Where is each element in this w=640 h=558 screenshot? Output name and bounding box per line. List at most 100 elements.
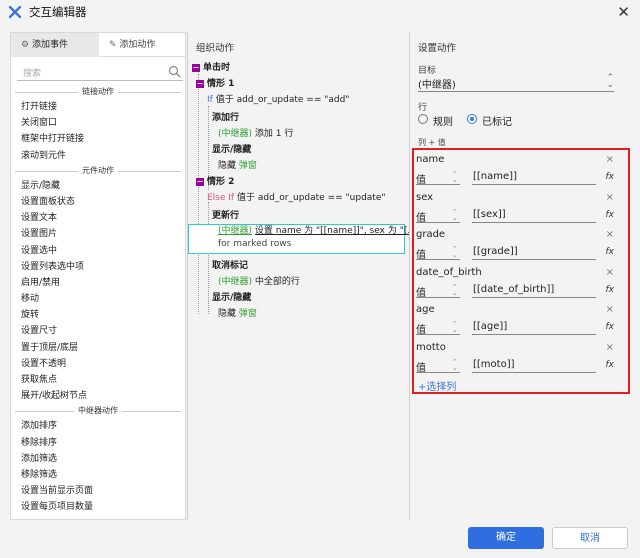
column-name: grade — [416, 229, 446, 240]
chevron-updown-icon[interactable]: ⌃ ⌄ — [452, 283, 458, 296]
remove-icon[interactable]: × — [606, 304, 614, 315]
action-library-panel: ⚙ 添加事件 ✎ 添加动作 搜索 链接动作 打开链接 关闭窗口 框架中打开链接 滚动到元… — [10, 32, 186, 520]
value-underline — [472, 221, 596, 223]
action-list-item[interactable]: 设置图片 — [11, 226, 185, 242]
axure-logo-icon — [8, 5, 22, 19]
action-tree: − 单击时 − 情形 1 If 值于 add_or_update == "add" … — [188, 60, 416, 322]
configure-header: 设置动作 — [418, 43, 457, 54]
action-list-item[interactable]: 移动 — [11, 291, 185, 307]
target-select[interactable]: (中继器) ⌃ ⌄ — [418, 74, 614, 92]
close-icon[interactable]: ✕ — [617, 3, 630, 21]
fx-icon[interactable]: fx — [606, 210, 615, 220]
radio-rule[interactable] — [418, 114, 428, 124]
value-underline — [472, 371, 596, 373]
action-list-item[interactable]: 设置每页项目数量 — [11, 499, 185, 515]
collapse-icon[interactable]: − — [192, 63, 200, 72]
action-list-item[interactable]: 设置选中 — [11, 243, 185, 259]
column-name: sex — [416, 191, 434, 203]
action-hide-popup-2[interactable]: 隐藏 弹窗 — [188, 306, 408, 322]
chevron-updown-icon[interactable]: ⌃ ⌄ — [452, 358, 458, 371]
radio-marked[interactable] — [467, 114, 477, 124]
search-placeholder: 搜索 — [23, 69, 42, 79]
value-input[interactable]: [[sex]] — [473, 209, 506, 220]
remove-icon[interactable]: × — [606, 229, 614, 240]
value-input[interactable]: [[age]] — [473, 321, 507, 332]
column-entry: name × 值 ⌃ ⌄ [[name]] fx — [416, 154, 622, 191]
action-list-item[interactable]: 展开/收起树节点 — [11, 388, 185, 404]
collapse-icon[interactable]: − — [196, 79, 204, 88]
fx-icon[interactable]: fx — [606, 360, 615, 370]
action-hide-popup[interactable]: 隐藏 弹窗 — [188, 158, 408, 174]
cancel-button[interactable]: 取消 — [552, 527, 628, 549]
chevron-updown-icon[interactable]: ⌃ ⌄ — [452, 208, 458, 221]
value-input[interactable]: [[grade]] — [473, 246, 518, 257]
action-list-item[interactable]: 设置不透明 — [11, 356, 185, 372]
action-show-hide-title-2[interactable]: 显示/隐藏 — [188, 290, 408, 306]
group-header: 中继器动作 — [11, 405, 185, 417]
case-1-condition[interactable]: If 值于 add_or_update == "add" — [188, 92, 408, 108]
value-input[interactable]: [[moto]] — [473, 359, 515, 370]
action-list-item[interactable]: 添加筛选 — [11, 451, 185, 467]
fx-icon[interactable]: fx — [606, 247, 615, 257]
chevron-updown-icon[interactable]: ⌃ ⌄ — [452, 171, 458, 184]
column-name: age — [416, 304, 435, 315]
remove-icon[interactable]: × — [606, 267, 614, 278]
row-label: 行 — [418, 103, 428, 113]
remove-icon[interactable]: × — [606, 154, 614, 165]
event-onclick[interactable]: − 单击时 — [188, 60, 408, 76]
action-list-item[interactable]: 置于顶层/底层 — [11, 340, 185, 356]
type-underline — [416, 296, 460, 298]
column-name: name — [416, 154, 445, 165]
action-add-row-title[interactable]: 添加行 — [188, 110, 408, 126]
type-underline — [416, 371, 460, 373]
case-2-condition[interactable]: Else If 值于 add_or_update == "update" — [188, 190, 408, 206]
configure-action-panel: 设置动作 目标 (中继器) ⌃ ⌄ 行 规则 已标记 列 + 值 name × 值 ⌃ ⌄… — [410, 32, 634, 520]
fx-icon[interactable]: fx — [606, 285, 615, 295]
chevron-updown-icon: ⌃ ⌄ — [606, 73, 614, 90]
ok-button[interactable]: 确定 — [468, 527, 544, 549]
action-list-item[interactable]: 移除筛选 — [11, 467, 185, 483]
action-list-item[interactable]: 设置尺寸 — [11, 323, 185, 339]
action-update-row[interactable]: (中继器) 设置 name 为 "[[name]]", sex 为 "[... … — [188, 224, 416, 254]
remove-icon[interactable]: × — [606, 192, 614, 203]
action-list-item[interactable]: 显示/隐藏 — [11, 178, 185, 194]
tab-add-action[interactable]: ✎ 添加动作 — [101, 33, 155, 57]
fx-icon[interactable]: fx — [606, 322, 615, 332]
case-2[interactable]: − 情形 2 — [188, 174, 408, 190]
fx-icon[interactable]: fx — [606, 172, 615, 182]
chevron-updown-icon[interactable]: ⌃ ⌄ — [452, 321, 458, 334]
collapse-icon[interactable]: − — [196, 177, 204, 186]
radio-rule-label: 规则 — [433, 117, 453, 128]
type-underline — [416, 334, 460, 335]
action-list-item[interactable]: 启用/禁用 — [11, 275, 185, 291]
organize-actions-panel: 组织动作 − 单击时 − 情形 1 If 值于 add_or_update == "… — [188, 32, 416, 520]
action-unmark[interactable]: (中继器) 中全部的行 — [188, 274, 408, 290]
action-list-item[interactable]: 框架中打开链接 — [11, 131, 185, 147]
action-list-item[interactable]: 设置文本 — [11, 210, 185, 226]
search-icon — [168, 65, 181, 78]
action-list-item[interactable]: 移除排序 — [11, 435, 185, 451]
remove-icon[interactable]: × — [606, 342, 614, 353]
case-1[interactable]: − 情形 1 — [188, 76, 408, 92]
action-unmark-title[interactable]: 取消标记 — [188, 258, 408, 274]
chevron-updown-icon[interactable]: ⌃ ⌄ — [452, 246, 458, 259]
tab-add-event[interactable]: ⚙ 添加事件 — [11, 33, 99, 57]
column-entry: date_of_birth × 值 ⌃ ⌄ [[date_of_birth]] fx — [416, 267, 622, 304]
value-input[interactable]: [[date_of_birth]] — [473, 284, 554, 295]
action-list-item[interactable]: 添加排序 — [11, 418, 185, 434]
action-list-item[interactable]: 旋转 — [11, 307, 185, 323]
action-list-item[interactable]: 滚动到元件 — [11, 148, 185, 164]
action-update-row-title[interactable]: 更新行 — [188, 208, 408, 224]
search-input[interactable]: 搜索 — [17, 63, 183, 81]
action-list-item[interactable]: 关闭窗口 — [11, 115, 185, 131]
action-add-row[interactable]: (中继器) 添加 1 行 — [188, 126, 408, 142]
action-list-item[interactable]: 打开链接 — [11, 99, 185, 115]
action-list-item[interactable]: 获取焦点 — [11, 372, 185, 388]
action-list-item[interactable]: 设置列表选中项 — [11, 259, 185, 275]
action-list-item[interactable]: 设置面板状态 — [11, 194, 185, 210]
action-list-item[interactable]: 设置当前显示页面 — [11, 483, 185, 499]
action-show-hide-title[interactable]: 显示/隐藏 — [188, 142, 408, 158]
title-bar: 交互编辑器 ✕ — [0, 0, 640, 24]
add-column-link[interactable]: +选择列 — [418, 378, 456, 393]
value-input[interactable]: [[name]] — [473, 171, 517, 182]
